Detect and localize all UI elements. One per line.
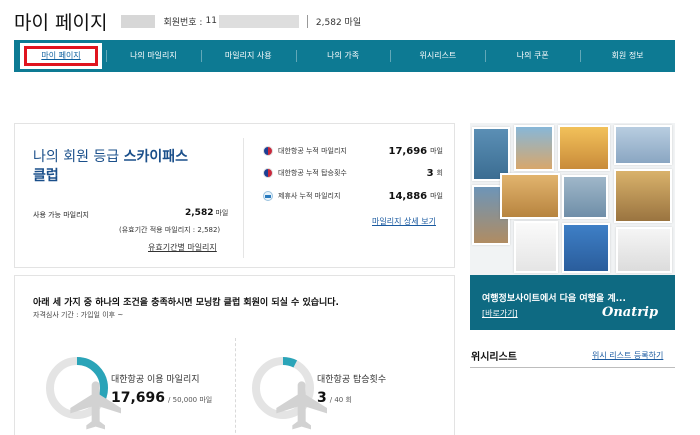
- tab-my-page[interactable]: 마이 페이지: [14, 40, 106, 72]
- morning-calm-card: 아래 세 가지 중 하나의 조건을 충족하시면 모닝캄 클럽 회원이 되실 수 …: [14, 275, 455, 435]
- banner-photo-collage: [470, 123, 675, 275]
- grade-card-divider: [243, 138, 244, 258]
- morning-calm-title: 아래 세 가지 중 하나의 조건을 충족하시면 모닝캄 클럽 회원이 되실 수 …: [33, 298, 339, 308]
- banner-photo: [514, 125, 554, 171]
- banner-photo: [616, 227, 672, 273]
- mileage-by-expiry-link[interactable]: 유효기간별 마일리지: [148, 242, 217, 253]
- gauge-label: 대한항공 이용 마일리지: [111, 375, 200, 385]
- stat-label: 대한항공 누적 마일리지: [278, 147, 347, 155]
- gauge-label: 대한항공 탑승횟수: [317, 375, 387, 385]
- qualification-period: 자격심사 기간 : 가입일 이후 ~: [33, 311, 124, 319]
- stat-value: 14,886: [388, 190, 428, 202]
- tab-my-page-label: 마이 페이지: [24, 46, 98, 66]
- tab-my-coupons[interactable]: 나의 쿠폰: [485, 40, 580, 72]
- stat-unit: 마일: [430, 192, 443, 200]
- gauge-target: / 40 회: [329, 396, 352, 404]
- membership-grade-card: 나의 회원 등급 스카이패스 클럽 사용 가능 마일리지 2,582 마일 (유효…: [14, 123, 455, 268]
- add-wishlist-link[interactable]: 위시 리스트 등록하기: [592, 350, 663, 361]
- tab-my-mileage[interactable]: 나의 마일리지: [106, 40, 201, 72]
- tab-mileage-use[interactable]: 마일리지 사용: [200, 40, 296, 72]
- banner-photo: [514, 221, 558, 273]
- stat-unit: 회: [436, 169, 443, 177]
- gauge-value-number: 17,696: [111, 390, 166, 406]
- gauge-value: 3/ 40 회: [317, 390, 352, 406]
- stat-unit: 마일: [430, 147, 443, 155]
- banner-photo: [558, 125, 610, 171]
- flights-progress-gauge: [251, 356, 327, 430]
- banner-photo: [614, 125, 672, 165]
- grade-heading: 나의 회원 등급 스카이패스: [33, 146, 188, 166]
- masked-member-name: [121, 14, 156, 28]
- mileage-detail-link[interactable]: 마일리지 상세 보기: [372, 216, 436, 227]
- grade-name-line2: 클럽: [33, 168, 59, 184]
- grade-heading-prefix: 나의 회원 등급: [33, 149, 120, 165]
- banner-photo: [562, 223, 610, 273]
- stat-row-ke-flights: 대한항공 누적 탑승횟수 3 회: [263, 166, 443, 180]
- gauge-target: / 50,000 마일: [168, 396, 213, 404]
- available-mileage-unit: 마일: [215, 209, 229, 217]
- banner-photo: [500, 173, 560, 219]
- morning-calm-divider: [235, 338, 236, 435]
- header-divider: [306, 14, 308, 28]
- member-number-visible: 11: [205, 16, 217, 26]
- valid-mileage-note: (유효기간 적용 마일리지 : 2,582): [119, 226, 221, 234]
- banner-title: 여행정보사이트에서 다음 여행을 계...: [482, 294, 626, 304]
- stat-value: 17,696: [388, 145, 428, 157]
- gauge-value-number: 3: [317, 390, 327, 406]
- stat-label: 대한항공 누적 탑승횟수: [278, 169, 347, 177]
- stat-value: 3: [426, 167, 434, 179]
- member-number-label: 회원번호 :: [163, 17, 203, 28]
- banner-photo: [614, 169, 672, 223]
- onatrip-logo: Onatrip: [602, 305, 659, 320]
- gauge-value: 17,696/ 50,000 마일: [111, 390, 212, 406]
- mypage-tab-nav: 마이 페이지 나의 마일리지 마일리지 사용 나의 가족 위시리스트 나의 쿠폰…: [14, 40, 675, 72]
- stat-row-ke-mileage: 대한항공 누적 마일리지 17,696 마일: [263, 144, 443, 158]
- header-miles: 2,582 마일: [315, 17, 362, 28]
- masked-member-number: [218, 14, 299, 28]
- page-header: 마이 페이지 회원번호 : 11 2,582 마일: [14, 6, 361, 36]
- korean-air-icon: [263, 168, 273, 178]
- grade-name: 스카이패스: [123, 149, 189, 165]
- wishlist-divider: [470, 367, 675, 368]
- available-mileage-number: 2,582: [185, 208, 214, 218]
- stat-row-partner-mileage: 제휴사 누적 마일리지 14,886 마일: [263, 189, 443, 203]
- partner-icon: [263, 191, 273, 201]
- wishlist-title: 위시리스트: [471, 352, 517, 363]
- tab-wishlist[interactable]: 위시리스트: [390, 40, 485, 72]
- available-mileage-value: 2,582 마일: [185, 208, 228, 218]
- banner-shortcut-link[interactable]: [바로가기]: [482, 308, 518, 319]
- available-mileage-label: 사용 가능 마일리지: [33, 211, 89, 219]
- travel-info-banner[interactable]: 여행정보사이트에서 다음 여행을 계... [바로가기] Onatrip: [470, 123, 675, 330]
- korean-air-icon: [263, 146, 273, 156]
- tab-my-family[interactable]: 나의 가족: [295, 40, 391, 72]
- banner-caption: 여행정보사이트에서 다음 여행을 계... [바로가기] Onatrip: [470, 275, 675, 330]
- banner-photo: [562, 175, 608, 219]
- mileage-progress-gauge: [45, 356, 121, 430]
- tab-member-info[interactable]: 회원 정보: [580, 40, 675, 72]
- page-title: 마이 페이지: [14, 11, 108, 34]
- stat-label: 제휴사 누적 마일리지: [278, 192, 341, 200]
